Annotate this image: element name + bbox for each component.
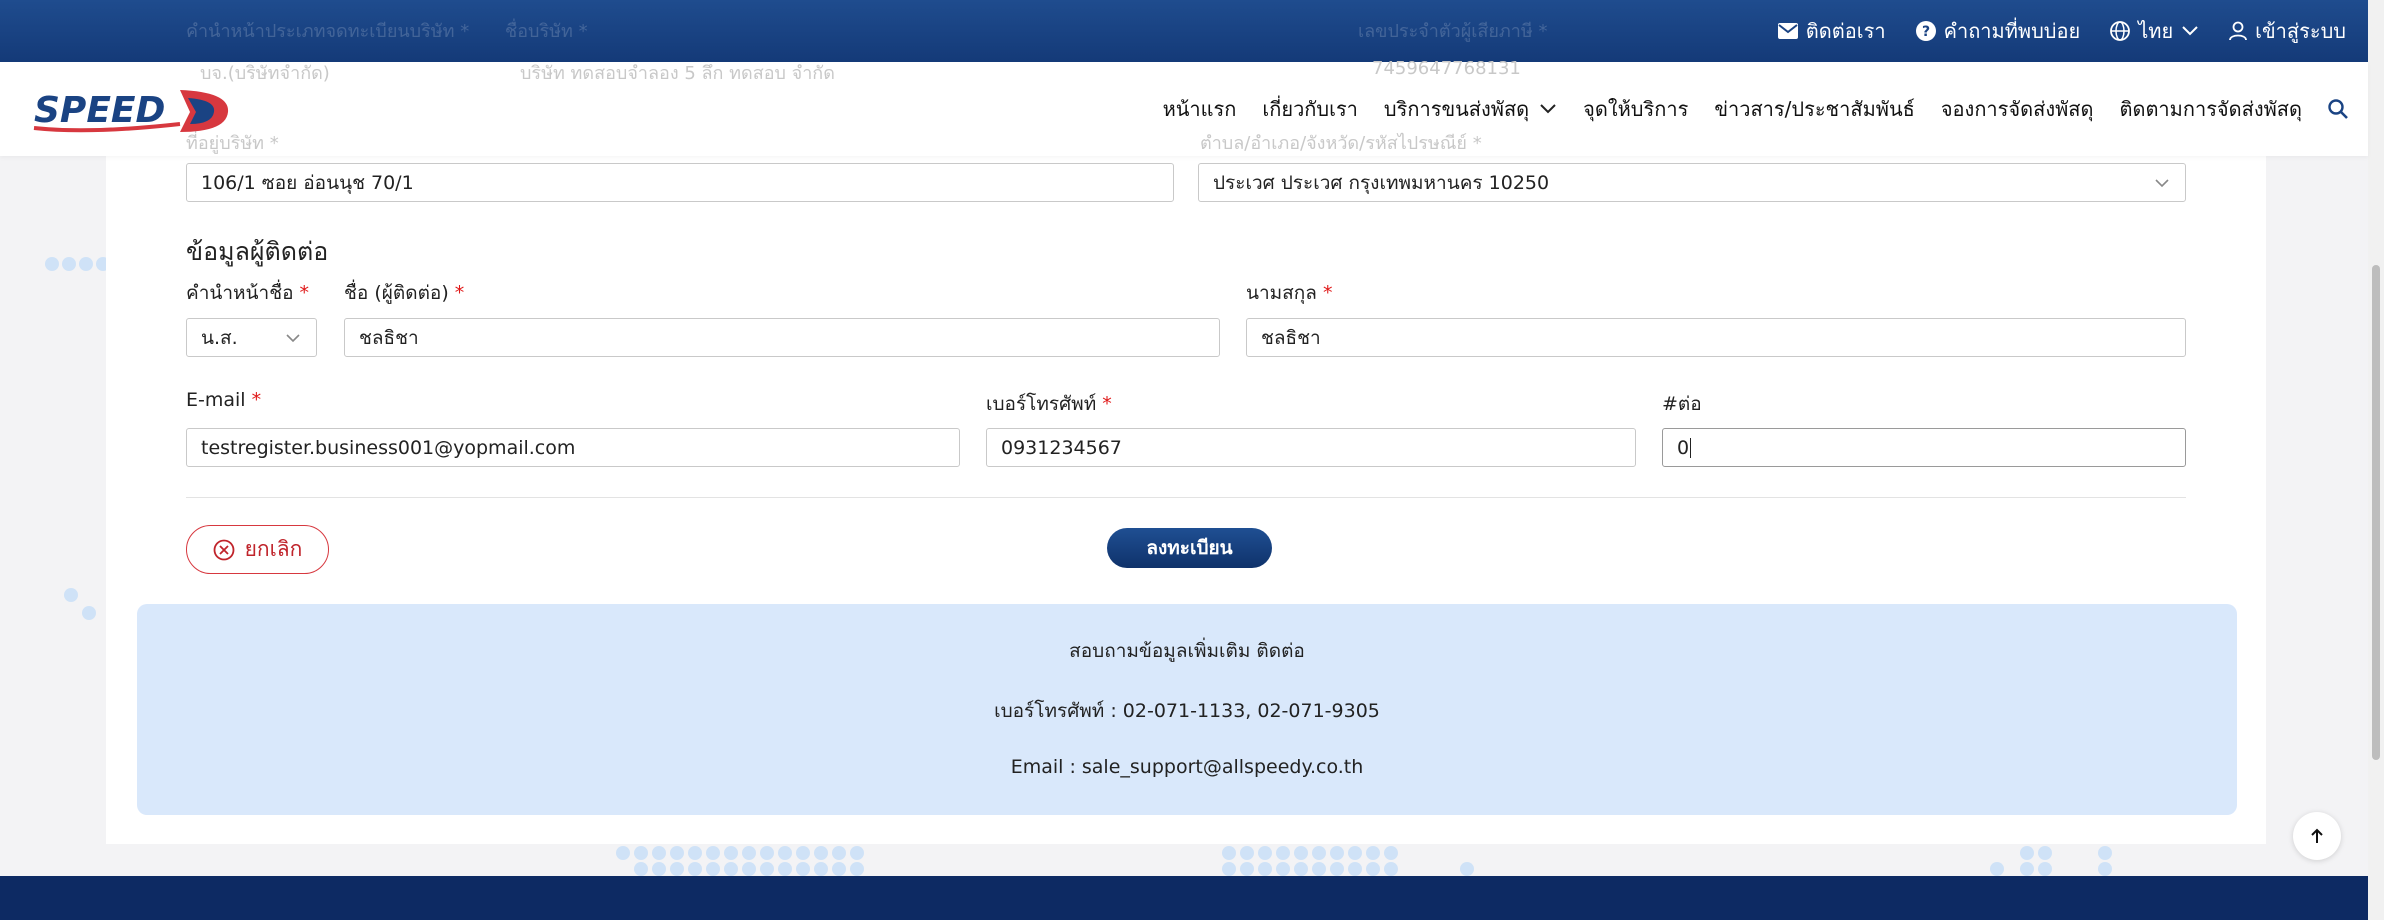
login-link-label: เข้าสู่ระบบ [2255, 19, 2346, 43]
prefix-select[interactable]: น.ส. [186, 318, 317, 357]
email-value: testregister.business001@yopmail.com [201, 436, 576, 459]
question-circle-icon: ? [1915, 21, 1936, 41]
phone-label: เบอร์โทรศัพท์ * [986, 393, 1112, 415]
email-label: E-mail * [186, 389, 262, 411]
close-circle-icon [213, 539, 235, 560]
main-nav: บจ.(บริษัทจำกัด) บริษัท ทดสอบจำลอง 5 ลึก… [0, 58, 2368, 156]
address-street-value: 106/1 ซอย อ่อนนุช 70/1 [201, 171, 414, 194]
chevron-down-icon [2155, 179, 2169, 188]
info-email: Email : sale_support@allspeedy.co.th [1010, 756, 1364, 778]
envelope-icon [1777, 23, 1798, 39]
contact-info-box: สอบถามข้อมูลเพิ่มเติม ติดต่อ เบอร์โทรศัพ… [137, 604, 2237, 815]
phone-value: 0931234567 [1001, 436, 1122, 459]
firstname-label: ชื่อ (ผู้ติดต่อ) * [344, 282, 465, 304]
ext-input[interactable]: 0 [1662, 428, 2186, 467]
info-phone: เบอร์โทรศัพท์ : 02-071-1133, 02-071-9305 [994, 700, 1380, 722]
nav-tracking[interactable]: ติดตามการจัดส่งพัสดุ [2119, 93, 2302, 125]
language-selector[interactable]: ไทย [2110, 15, 2199, 47]
arrow-up-icon [2311, 828, 2323, 843]
address-street-input[interactable]: 106/1 ซอย อ่อนนุช 70/1 [186, 163, 1174, 202]
language-label: ไทย [2138, 19, 2174, 43]
nav-services[interactable]: บริการขนส่งพัสดุ [1384, 93, 1557, 125]
nav-services-label: บริการขนส่งพัสดุ [1383, 97, 1530, 121]
user-icon [2229, 21, 2248, 41]
nav-news[interactable]: ข่าวสาร/ประชาสัมพันธ์ [1714, 93, 1915, 125]
nav-booking-label: จองการจัดส่งพัสดุ [1940, 97, 2094, 121]
prefix-value: น.ส. [201, 326, 238, 349]
nav-news-label: ข่าวสาร/ประชาสัมพันธ์ [1714, 97, 1915, 121]
address-district-value: ประเวศ ประเวศ กรุงเทพมหานคร 10250 [1213, 171, 1550, 194]
chevron-down-icon [286, 334, 300, 343]
nav-home[interactable]: หน้าแรก [1163, 93, 1237, 125]
lastname-value: ชลธิชา [1261, 326, 1321, 349]
address-district-select[interactable]: ประเวศ ประเวศ กรุงเทพมหานคร 10250 [1198, 163, 2186, 202]
faq-link-label: คำถามที่พบบ่อย [1943, 19, 2081, 43]
page-footer [0, 876, 2368, 920]
speed-d-logo[interactable]: SPEED [30, 84, 236, 138]
phone-input[interactable]: 0931234567 [986, 428, 1636, 467]
svg-text:?: ? [1922, 24, 1930, 40]
firstname-value: ชลธิชา [359, 326, 419, 349]
register-button[interactable]: ลงทะเบียน [1107, 528, 1272, 568]
top-bar: คำนำหน้าประเภทจดทะเบียนบริษัท * ชื่อบริษ… [0, 0, 2368, 62]
search-button[interactable] [2328, 99, 2348, 119]
ext-value: 0 [1677, 436, 1690, 459]
contact-section-title: ข้อมูลผู้ติดต่อ [186, 237, 329, 266]
faq-link[interactable]: ? คำถามที่พบบ่อย [1915, 15, 2081, 47]
text-cursor [1690, 437, 1692, 458]
search-icon [2328, 99, 2348, 119]
scroll-to-top-button[interactable] [2293, 812, 2341, 860]
login-link[interactable]: เข้าสู่ระบบ [2229, 15, 2346, 47]
page-scrollbar-thumb[interactable] [2372, 265, 2380, 760]
register-button-label: ลงทะเบียน [1146, 537, 1233, 559]
ghost-label-tax-id: เลขประจำตัวผู้เสียภาษี * [1358, 21, 1548, 42]
ghost-label-company-type: คำนำหน้าประเภทจดทะเบียนบริษัท * [186, 21, 470, 42]
nav-booking[interactable]: จองการจัดส่งพัสดุ [1941, 93, 2094, 125]
lastname-label: นามสกุล * [1246, 282, 1333, 304]
ghost-field-company-type: บจ.(บริษัทจำกัด) [200, 63, 330, 84]
speed-d-logo-graphic: SPEED [33, 90, 229, 133]
info-heading: สอบถามข้อมูลเพิ่มเติม ติดต่อ [1069, 640, 1305, 662]
firstname-input[interactable]: ชลธิชา [344, 318, 1220, 357]
contact-link[interactable]: ติดต่อเรา [1777, 15, 1886, 47]
chevron-down-icon [1540, 104, 1556, 114]
nav-service-points-label: จุดให้บริการ [1583, 97, 1689, 121]
logo-wordmark: SPEED [34, 90, 165, 131]
ext-label: #ต่อ [1662, 393, 1702, 415]
cancel-button[interactable]: ยกเลิก [186, 525, 329, 574]
nav-home-label: หน้าแรก [1162, 97, 1237, 121]
ghost-label-company-name: ชื่อบริษัท * [505, 21, 588, 42]
nav-tracking-label: ติดตามการจัดส่งพัสดุ [2119, 97, 2302, 121]
contact-link-label: ติดต่อเรา [1805, 19, 1886, 43]
email-input[interactable]: testregister.business001@yopmail.com [186, 428, 960, 467]
ghost-field-company-name: บริษัท ทดสอบจำลอง 5 ลึก ทดสอบ จำกัด [520, 63, 835, 84]
form-divider [186, 497, 2186, 498]
lastname-input[interactable]: ชลธิชา [1246, 318, 2186, 357]
globe-icon [2110, 21, 2131, 41]
nav-about-label: เกี่ยวกับเรา [1262, 97, 1358, 121]
cancel-button-label: ยกเลิก [244, 537, 303, 561]
prefix-label: คำนำหน้าชื่อ * [186, 282, 310, 304]
nav-service-points[interactable]: จุดให้บริการ [1583, 93, 1688, 125]
chevron-down-icon [2182, 26, 2198, 36]
nav-about[interactable]: เกี่ยวกับเรา [1262, 93, 1358, 125]
